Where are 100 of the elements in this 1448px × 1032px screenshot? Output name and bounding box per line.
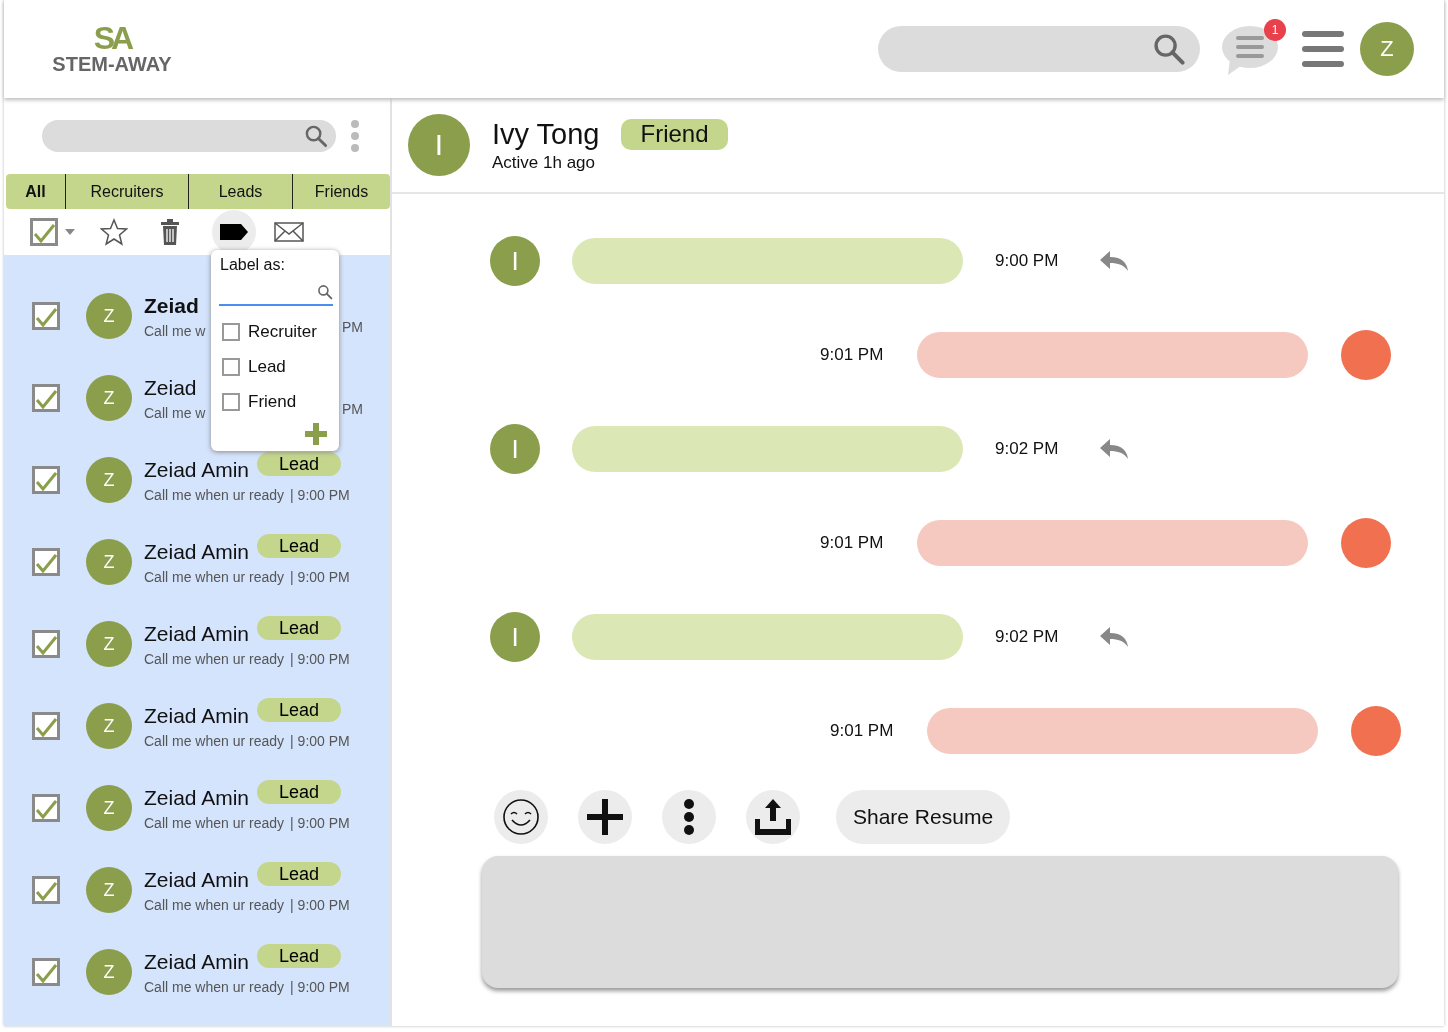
star-icon[interactable] — [100, 218, 128, 246]
search-field[interactable] — [878, 26, 1200, 72]
row-checkbox[interactable] — [32, 548, 60, 576]
row-checkbox[interactable] — [32, 384, 60, 412]
lead-tag: Lead — [257, 452, 342, 476]
message-input[interactable] — [482, 856, 1398, 988]
message-time: 9:02 PM — [995, 439, 1059, 459]
lead-tag: Lead — [257, 616, 342, 640]
check-icon — [35, 553, 57, 573]
message-preview: Call me when ur ready — [144, 979, 285, 995]
tab[interactable]: Friends — [293, 174, 390, 209]
tab[interactable]: All — [6, 174, 66, 209]
row-checkbox[interactable] — [32, 630, 60, 658]
check-icon — [35, 717, 57, 737]
message-time: 9:00 PM — [995, 251, 1059, 271]
contact-name: Zeiad Amin — [144, 868, 250, 892]
message-time: 9:01 PM — [830, 721, 894, 741]
menu-title: Label as: — [220, 256, 286, 274]
message-time: PM — [342, 319, 363, 335]
message-preview: Call me w — [144, 323, 206, 339]
contact-avatar: Z — [86, 375, 132, 421]
label-icon[interactable] — [219, 223, 249, 241]
row-checkbox[interactable] — [32, 302, 60, 330]
check-icon — [35, 389, 57, 409]
plus-icon[interactable] — [305, 423, 327, 445]
contact-avatar: Z — [86, 785, 132, 831]
mail-icon[interactable] — [274, 222, 304, 242]
row-checkbox[interactable] — [32, 466, 60, 494]
plus-button[interactable] — [578, 790, 632, 844]
row-checkbox[interactable] — [32, 958, 60, 986]
contact-name: Zeiad Amin — [144, 704, 250, 728]
row-checkbox[interactable] — [32, 712, 60, 740]
search-icon[interactable] — [317, 284, 333, 300]
contact-name: Zeiad — [144, 376, 197, 400]
label-checkbox[interactable] — [222, 357, 240, 376]
message-preview: Call me when ur ready — [144, 733, 285, 749]
message-preview: Call me when ur ready — [144, 487, 285, 503]
smiley-icon — [502, 798, 540, 836]
reply-icon[interactable] — [1098, 437, 1131, 461]
reply-icon[interactable] — [1098, 249, 1131, 273]
option-label[interactable]: Recruiter — [248, 321, 317, 342]
more-icon[interactable] — [350, 119, 360, 153]
share-resume-button[interactable]: Share Resume — [836, 790, 1011, 844]
more-button[interactable] — [662, 790, 716, 844]
check-icon — [35, 963, 57, 983]
message-time: | 9:00 PM — [290, 487, 350, 503]
notification-badge: 1 — [1264, 19, 1286, 41]
check-icon — [35, 881, 57, 901]
smiley-button[interactable] — [494, 790, 548, 844]
message-preview: Call me when ur ready — [144, 815, 285, 831]
contact-name: Zeiad Amin — [144, 786, 250, 810]
reply-icon[interactable] — [1098, 625, 1131, 649]
contact-avatar: I — [490, 424, 540, 474]
contact-avatar: Z — [86, 539, 132, 585]
message-preview: Call me when ur ready — [144, 897, 285, 913]
message-preview: Call me when ur ready — [144, 569, 285, 585]
contact-name: Zeiad — [144, 294, 199, 318]
contact-name: Ivy Tong — [492, 117, 600, 151]
check-icon — [35, 635, 57, 655]
search-icon[interactable] — [1152, 32, 1186, 66]
row-checkbox[interactable] — [32, 794, 60, 822]
menu-icon[interactable] — [1302, 30, 1344, 68]
logo-text: STEM-AWAY — [52, 53, 172, 75]
plus-icon — [587, 799, 623, 835]
contact-avatar: I — [490, 612, 540, 662]
check-icon — [35, 471, 57, 491]
contact-name: Zeiad Amin — [144, 622, 250, 646]
message-time: | 9:00 PM — [290, 569, 350, 585]
label-checkbox[interactable] — [222, 322, 240, 341]
option-label[interactable]: Friend — [248, 391, 297, 412]
search-icon[interactable] — [304, 124, 328, 148]
friend-tag: Friend — [621, 118, 728, 150]
message-time: 9:01 PM — [820, 345, 884, 365]
trash-icon[interactable] — [160, 219, 180, 245]
upload-icon — [755, 799, 791, 835]
more-icon — [683, 798, 695, 836]
message-time: | 9:00 PM — [290, 979, 350, 995]
row-checkbox[interactable] — [32, 876, 60, 904]
select-all-checkbox[interactable] — [30, 218, 58, 246]
lead-tag: Lead — [257, 862, 342, 886]
message-time: | 9:00 PM — [290, 815, 350, 831]
caret-icon[interactable] — [64, 228, 76, 236]
tab[interactable]: Recruiters — [66, 174, 189, 209]
contact-avatar: I — [490, 236, 540, 286]
check-icon — [33, 223, 55, 243]
option-label[interactable]: Lead — [248, 356, 286, 377]
lead-tag: Lead — [257, 698, 342, 722]
message-time: | 9:00 PM — [290, 733, 350, 749]
tab[interactable]: Leads — [189, 174, 293, 209]
contact-avatar: Z — [86, 703, 132, 749]
label-checkbox[interactable] — [222, 392, 240, 411]
message-time: 9:02 PM — [995, 627, 1059, 647]
status-text: Active 1h ago — [492, 152, 596, 173]
message-time: | 9:00 PM — [290, 651, 350, 667]
message-time: | 9:00 PM — [290, 897, 350, 913]
contact-avatar: Z — [86, 949, 132, 995]
contact-avatar: Z — [86, 867, 132, 913]
contact-name: Zeiad Amin — [144, 950, 250, 974]
search-field[interactable] — [42, 120, 336, 152]
contact-name: Zeiad Amin — [144, 458, 250, 482]
